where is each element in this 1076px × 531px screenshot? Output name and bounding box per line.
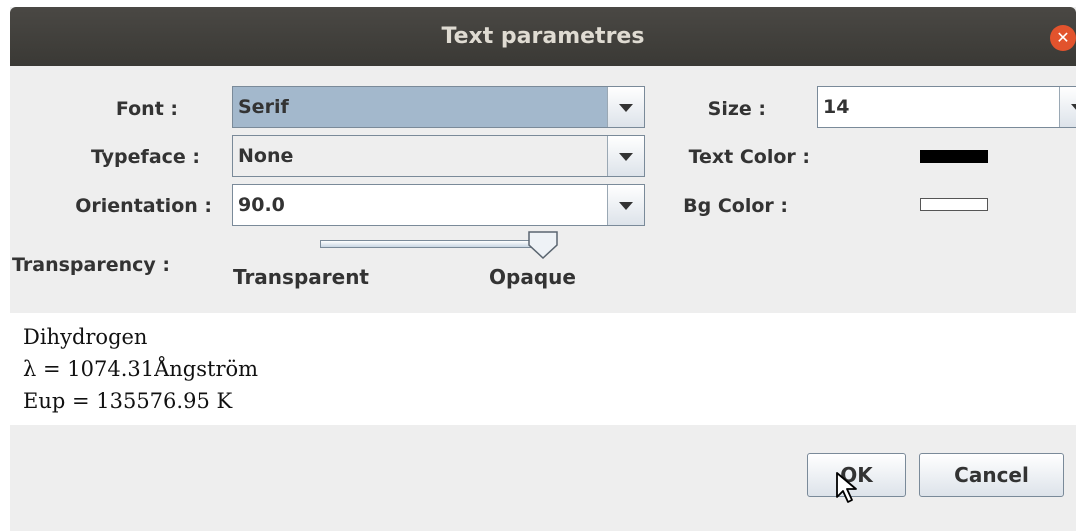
bg-color-label: Bg Color : — [683, 195, 788, 217]
slider-thumb-icon[interactable] — [528, 231, 558, 259]
bg-color-swatch[interactable] — [920, 198, 988, 211]
orientation-combo[interactable]: 90.0 — [232, 184, 645, 226]
chevron-down-icon[interactable] — [607, 136, 644, 176]
dialog-title: Text parametres — [441, 24, 645, 49]
size-combo[interactable]: 14 — [817, 86, 1076, 128]
opaque-tick-label: Opaque — [489, 265, 576, 289]
font-combo[interactable]: Serif — [232, 86, 645, 128]
close-icon[interactable]: ✕ — [1050, 25, 1076, 51]
text-color-label: Text Color : — [688, 146, 810, 168]
size-value: 14 — [823, 96, 850, 118]
typeface-combo[interactable]: None — [232, 135, 645, 177]
transparent-tick-label: Transparent — [233, 265, 369, 289]
text-parameters-dialog: Text parametres ✕ Font : Typeface : Orie… — [10, 7, 1076, 531]
preview-text-area[interactable]: Dihydrogen λ = 1074.31Ångström Eup = 135… — [10, 313, 1076, 425]
chevron-down-icon[interactable] — [1059, 87, 1076, 127]
chevron-down-icon[interactable] — [607, 87, 644, 127]
size-label: Size : — [707, 98, 766, 120]
font-value: Serif — [238, 96, 289, 118]
text-color-swatch[interactable] — [920, 150, 988, 163]
mouse-cursor-icon — [836, 472, 857, 503]
orientation-value: 90.0 — [238, 194, 285, 216]
preview-line: Eup = 135576.95 K — [23, 389, 233, 413]
typeface-value: None — [238, 145, 294, 167]
preview-line: Dihydrogen — [23, 325, 148, 349]
chevron-down-icon[interactable] — [607, 185, 644, 225]
font-label: Font : — [115, 98, 178, 120]
title-bar[interactable]: Text parametres ✕ — [10, 7, 1076, 66]
preview-line: λ = 1074.31Ångström — [23, 357, 259, 381]
orientation-label: Orientation : — [75, 195, 212, 217]
transparency-slider-track[interactable] — [320, 240, 554, 248]
transparency-label: Transparency : — [12, 254, 170, 276]
typeface-label: Typeface : — [90, 146, 200, 168]
cancel-button[interactable]: Cancel — [919, 453, 1064, 497]
